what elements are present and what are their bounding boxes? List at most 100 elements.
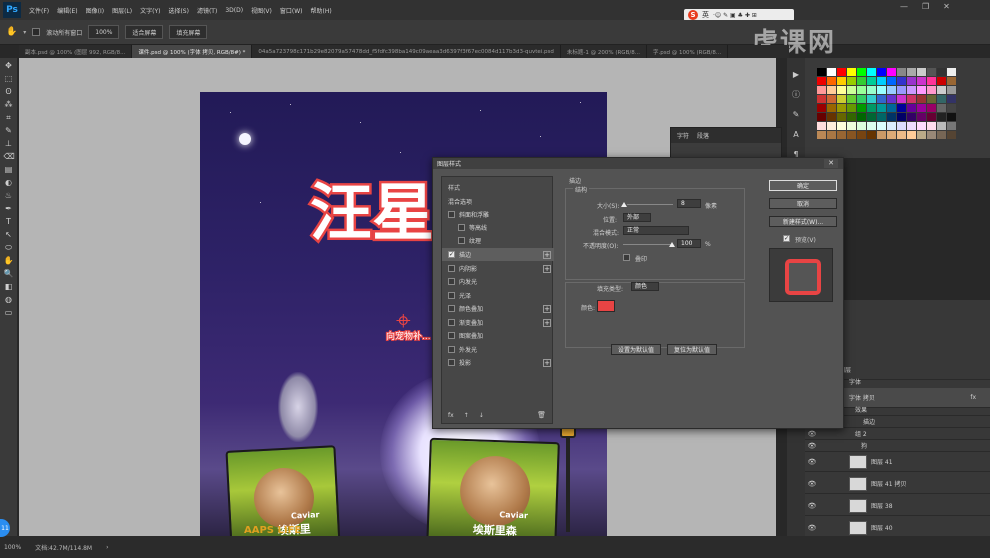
swatch-color[interactable] bbox=[867, 95, 876, 103]
swatch-color[interactable] bbox=[887, 77, 896, 85]
swatch-color[interactable] bbox=[847, 122, 856, 130]
visibility-eye-icon[interactable]: 👁 bbox=[805, 480, 819, 488]
swatch-color[interactable] bbox=[897, 68, 906, 76]
swatch-color[interactable] bbox=[867, 104, 876, 112]
swatch-color[interactable] bbox=[877, 113, 886, 121]
move-up-icon[interactable]: ↑ bbox=[464, 412, 469, 419]
stroke-color-swatch[interactable] bbox=[597, 300, 615, 312]
zoom-100-button[interactable]: 100% bbox=[88, 25, 120, 39]
swatch-color[interactable] bbox=[857, 122, 866, 130]
ok-button[interactable]: 确定 bbox=[769, 180, 837, 191]
swatch-color[interactable] bbox=[927, 131, 936, 139]
texture-checkbox[interactable] bbox=[458, 237, 465, 244]
style-item-texture[interactable]: 纹理 bbox=[442, 234, 554, 247]
fill-type-select[interactable]: 颜色 bbox=[631, 282, 659, 291]
visibility-eye-icon[interactable]: 👁 bbox=[805, 458, 819, 466]
tool-preset-chevron-icon[interactable]: ▾ bbox=[23, 29, 26, 36]
type-tool-icon[interactable]: T bbox=[4, 217, 14, 226]
minimize-icon[interactable]: — bbox=[900, 2, 908, 11]
swatch-color[interactable] bbox=[857, 113, 866, 121]
swatch-color[interactable] bbox=[927, 104, 936, 112]
style-item-inner-glow[interactable]: 内发光 bbox=[442, 275, 554, 288]
swatch-color[interactable] bbox=[947, 122, 956, 130]
bevel-checkbox[interactable] bbox=[448, 211, 455, 218]
crop-tool-icon[interactable]: ⌗ bbox=[4, 113, 14, 122]
swatch-color[interactable] bbox=[857, 131, 866, 139]
swatch-color[interactable] bbox=[877, 86, 886, 94]
size-input[interactable]: 8 bbox=[677, 199, 701, 208]
swatch-color[interactable] bbox=[847, 86, 856, 94]
eraser-tool-icon[interactable]: ⌫ bbox=[4, 152, 15, 161]
cancel-button[interactable]: 取消 bbox=[769, 198, 837, 209]
move-tool-icon[interactable]: ✥ bbox=[4, 61, 14, 70]
swatch-color[interactable] bbox=[917, 131, 926, 139]
zoom-tool-icon[interactable]: 🔍 bbox=[4, 269, 14, 278]
dodge-tool-icon[interactable]: ◐ bbox=[4, 178, 14, 187]
swatch-color[interactable] bbox=[917, 77, 926, 85]
swatch-color[interactable] bbox=[817, 86, 826, 94]
swatch-color[interactable] bbox=[867, 113, 876, 121]
swatch-color[interactable] bbox=[947, 104, 956, 112]
visibility-eye-icon[interactable]: 👁 bbox=[805, 524, 819, 532]
style-item-bevel[interactable]: 斜面和浮雕 bbox=[442, 208, 554, 221]
fx-icon[interactable]: fx bbox=[970, 394, 976, 401]
swatch-color[interactable] bbox=[927, 86, 936, 94]
layer-row[interactable]: 👁 图层 38 bbox=[805, 496, 990, 516]
menu-filter[interactable]: 滤镜(T) bbox=[197, 6, 217, 15]
swatch-color[interactable] bbox=[937, 77, 946, 85]
hand-tool-icon[interactable]: ✋ bbox=[6, 27, 17, 37]
swatch-color[interactable] bbox=[857, 86, 866, 94]
swatch-color[interactable] bbox=[837, 77, 846, 85]
swatch-color[interactable] bbox=[887, 122, 896, 130]
swatch-color[interactable] bbox=[887, 68, 896, 76]
reset-default-button[interactable]: 复位为默认值 bbox=[667, 344, 717, 355]
doc-tab[interactable]: 未标题-1 @ 200% (RGB/8... bbox=[561, 45, 647, 58]
brush-icon[interactable]: ✎ bbox=[791, 110, 801, 120]
swatch-grid[interactable] bbox=[817, 68, 956, 139]
swatch-color[interactable] bbox=[897, 104, 906, 112]
swatch-color[interactable] bbox=[907, 77, 916, 85]
tab-character[interactable]: 字符 bbox=[677, 131, 689, 140]
swatch-color[interactable] bbox=[887, 95, 896, 103]
info-icon[interactable]: ⓘ bbox=[791, 90, 801, 100]
menu-edit[interactable]: 编辑(E) bbox=[57, 6, 77, 15]
swatch-color[interactable] bbox=[947, 86, 956, 94]
swatch-color[interactable] bbox=[937, 122, 946, 130]
add-color-overlay-icon[interactable]: + bbox=[543, 304, 551, 313]
swatch-color[interactable] bbox=[827, 122, 836, 130]
swatch-color[interactable] bbox=[947, 68, 956, 76]
swatch-color[interactable] bbox=[817, 131, 826, 139]
ime-language[interactable]: 英 bbox=[702, 10, 709, 20]
layer-row[interactable]: 👁 图层 41 拷贝 bbox=[805, 474, 990, 494]
quick-select-tool-icon[interactable]: ⁂ bbox=[4, 100, 14, 109]
add-gradient-overlay-icon[interactable]: + bbox=[543, 318, 551, 327]
styles-heading[interactable]: 样式 bbox=[442, 181, 554, 194]
position-select[interactable]: 外部 bbox=[623, 213, 651, 222]
style-item-inner-shadow[interactable]: 内阴影 + bbox=[442, 262, 554, 275]
swatch-color[interactable] bbox=[927, 77, 936, 85]
style-item-drop-shadow[interactable]: 投影 + bbox=[442, 356, 554, 369]
swatch-color[interactable] bbox=[837, 104, 846, 112]
swatch-color[interactable] bbox=[877, 68, 886, 76]
swatch-color[interactable] bbox=[887, 104, 896, 112]
pen-tool-icon[interactable]: ✒ bbox=[4, 204, 14, 213]
swatch-color[interactable] bbox=[907, 131, 916, 139]
doc-tab[interactable]: 04a5a723798c171b29e82079a57478dd_f5fdfc3… bbox=[252, 45, 561, 58]
opacity-slider[interactable] bbox=[623, 244, 673, 245]
visibility-eye-icon[interactable]: 👁 bbox=[805, 442, 819, 450]
stroke-checkbox[interactable]: ✓ bbox=[448, 251, 455, 258]
layer-row[interactable]: 👁 狗 bbox=[805, 440, 990, 452]
set-default-button[interactable]: 设置为默认值 bbox=[611, 344, 661, 355]
swatch-color[interactable] bbox=[817, 68, 826, 76]
fx-icon[interactable]: fx bbox=[448, 412, 454, 419]
swatch-color[interactable] bbox=[857, 104, 866, 112]
swatch-color[interactable] bbox=[867, 131, 876, 139]
path-select-tool-icon[interactable]: ↖ bbox=[4, 230, 14, 239]
swatch-color[interactable] bbox=[947, 95, 956, 103]
size-slider[interactable] bbox=[627, 204, 673, 205]
character-icon[interactable]: A bbox=[791, 130, 801, 140]
swatch-color[interactable] bbox=[827, 131, 836, 139]
swatch-color[interactable] bbox=[847, 104, 856, 112]
swatch-color[interactable] bbox=[847, 131, 856, 139]
swatch-color[interactable] bbox=[917, 104, 926, 112]
